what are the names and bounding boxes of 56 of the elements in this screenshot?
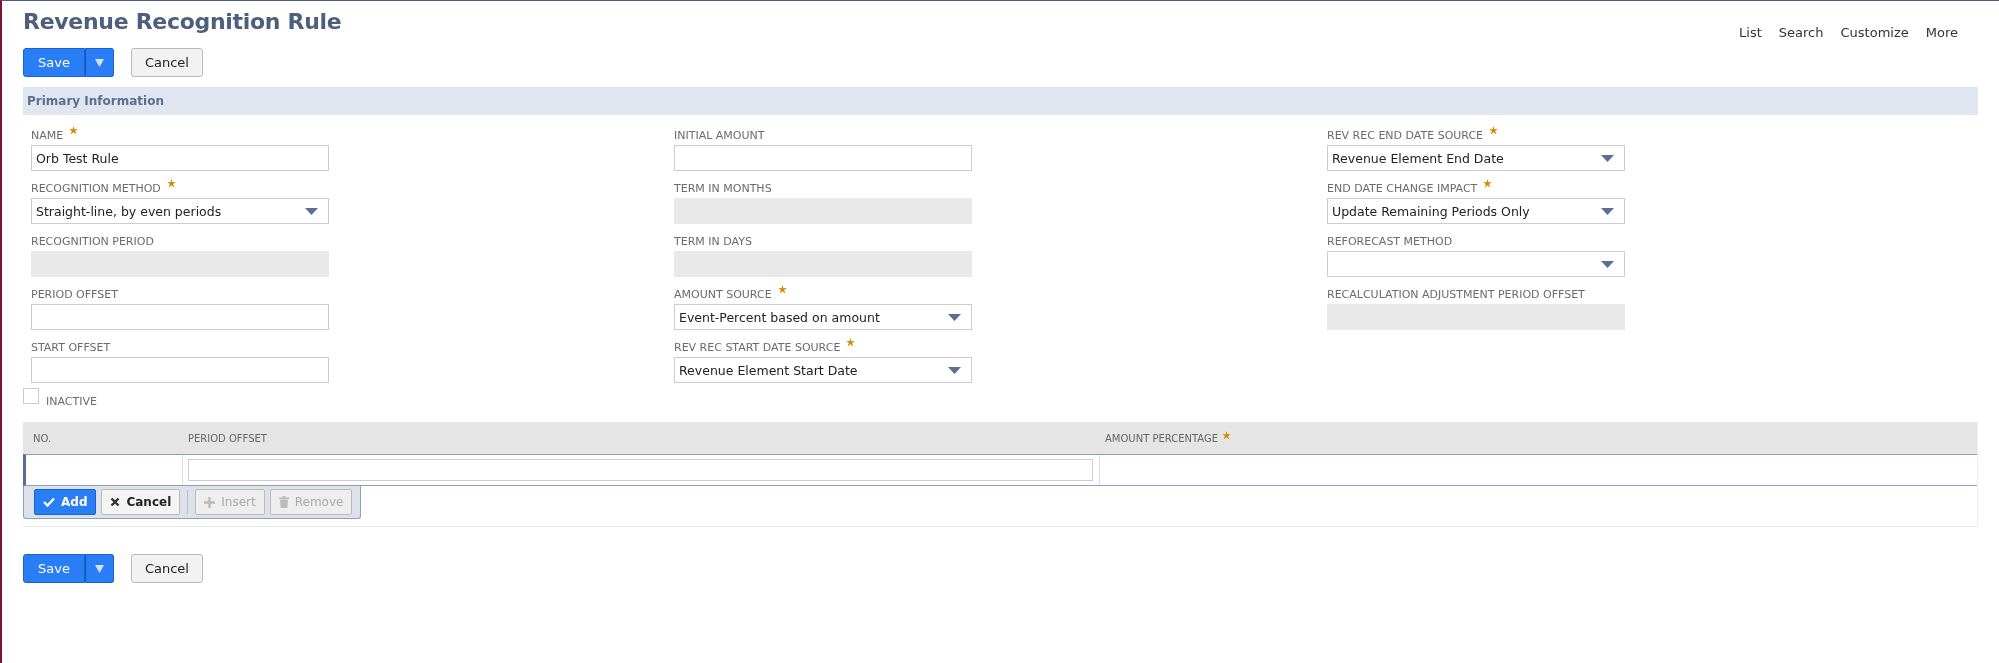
plus-icon xyxy=(204,496,216,508)
caret-icon xyxy=(1601,207,1614,215)
text-field[interactable] xyxy=(31,304,329,330)
dropdown-field[interactable]: Event-Percent based on amount xyxy=(674,304,972,330)
cancel-button[interactable]: Cancel xyxy=(101,489,181,515)
add-button[interactable]: Add xyxy=(34,489,97,515)
checkbox-label: INACTIVE xyxy=(46,395,97,408)
dropdown-button[interactable] xyxy=(84,554,114,583)
text-field[interactable] xyxy=(674,145,972,171)
field-label: AMOUNT SOURCE xyxy=(674,287,772,301)
column-header: PERIOD OFFSET xyxy=(188,432,267,444)
field-label: TERM IN DAYS xyxy=(674,234,752,248)
dropdown-field[interactable]: Revenue Element End Date xyxy=(1327,145,1625,171)
close-icon xyxy=(110,497,121,507)
check-icon xyxy=(43,497,55,507)
field-label: REFORECAST METHOD xyxy=(1327,234,1453,248)
nav-link[interactable]: More xyxy=(1925,25,1958,40)
field-label: REV REC END DATE SOURCE xyxy=(1327,128,1484,142)
page-title: Revenue Recognition Rule xyxy=(23,9,342,34)
input-field[interactable] xyxy=(188,459,1093,481)
save-button[interactable]: Save xyxy=(23,48,85,77)
caret-icon xyxy=(948,313,961,321)
field-label: PERIOD OFFSET xyxy=(31,287,118,301)
field-label: END DATE CHANGE IMPACT xyxy=(1327,181,1478,195)
nav-link[interactable]: Search xyxy=(1778,25,1824,40)
field-label: TERM IN MONTHS xyxy=(674,181,772,195)
field-label: RECALCULATION ADJUSTMENT PERIOD OFFSET xyxy=(1327,287,1585,301)
column-header: AMOUNT PERCENTAGE xyxy=(1105,432,1219,444)
checkbox[interactable] xyxy=(23,388,39,404)
caret-icon xyxy=(948,366,961,374)
dropdown-field[interactable]: Update Remaining Periods Only xyxy=(1327,198,1625,224)
dropdown-field[interactable]: Straight-line, by even periods xyxy=(31,198,329,224)
cancel-button[interactable]: Cancel xyxy=(130,48,203,77)
field-label: RECOGNITION PERIOD xyxy=(31,234,154,248)
text-field[interactable] xyxy=(31,357,329,383)
caret-icon xyxy=(94,58,104,67)
caret-icon xyxy=(1601,154,1614,162)
caret-icon xyxy=(1601,260,1614,268)
nav-link[interactable]: List xyxy=(1739,25,1762,40)
field-label: RECOGNITION METHOD xyxy=(31,181,161,195)
field-label: INITIAL AMOUNT xyxy=(674,128,765,142)
cancel-button[interactable]: Cancel xyxy=(130,554,203,583)
dropdown-field[interactable]: Revenue Element Start Date xyxy=(674,357,972,383)
trash-icon xyxy=(278,496,289,508)
column-header: NO. xyxy=(33,432,52,444)
caret-icon xyxy=(94,564,104,573)
caret-icon xyxy=(305,207,318,215)
dropdown-button[interactable] xyxy=(84,48,114,77)
text-field[interactable]: Orb Test Rule xyxy=(31,145,329,171)
field-label: START OFFSET xyxy=(31,340,111,354)
section-title: Primary Information xyxy=(27,94,164,108)
field-label: REV REC START DATE SOURCE xyxy=(674,340,841,354)
field-label: NAME xyxy=(31,128,64,142)
dropdown-field[interactable] xyxy=(1327,251,1625,277)
save-button[interactable]: Save xyxy=(23,554,85,583)
nav-link[interactable]: Customize xyxy=(1840,25,1909,40)
